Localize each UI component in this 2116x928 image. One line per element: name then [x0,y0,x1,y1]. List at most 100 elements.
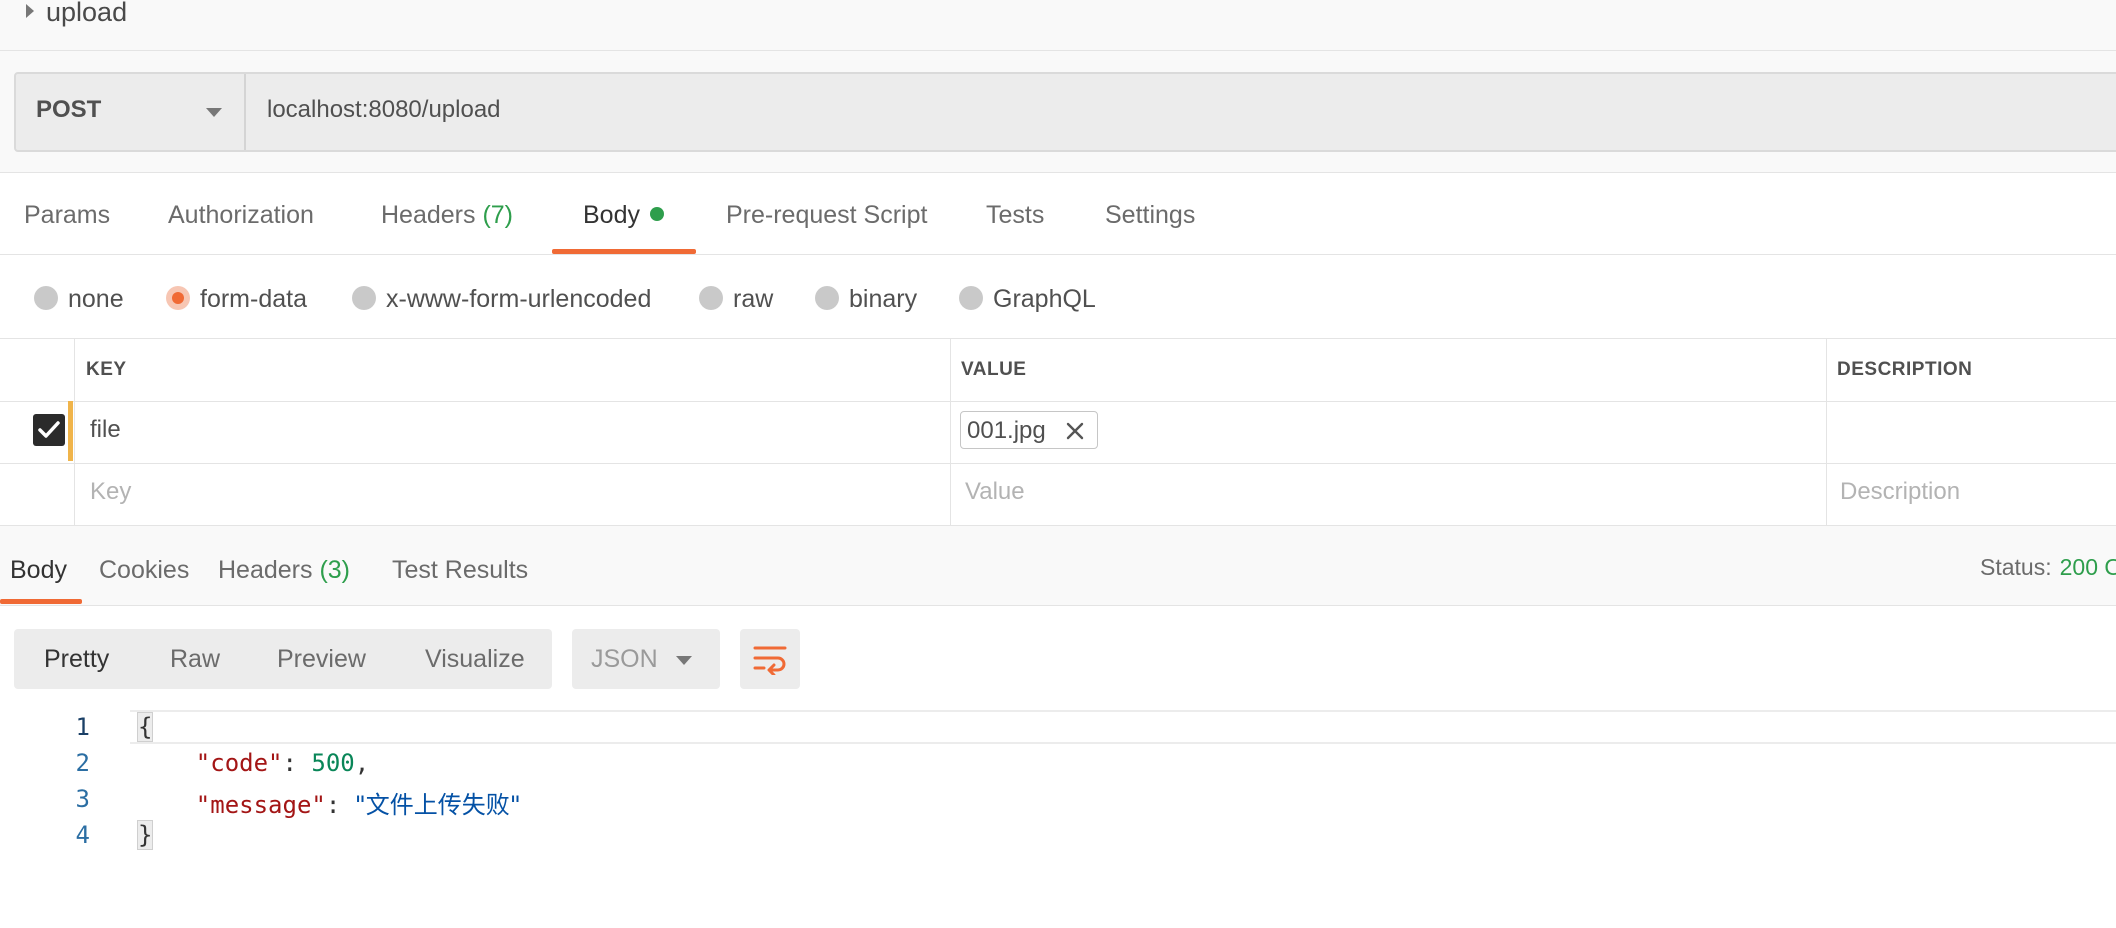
table-divider [0,463,2116,464]
file-chip: 001.jpg [960,411,1098,449]
tab-params[interactable]: Params [24,201,110,230]
url-input[interactable]: localhost:8080/upload [267,96,501,124]
body-type-selector: none form-data x-www-form-urlencoded raw… [0,255,2116,339]
radio-circle [815,286,839,310]
view-mode-raw[interactable]: Raw [170,645,220,674]
body-modified-dot [649,207,664,221]
line-number: 2 [75,749,90,777]
column-divider [950,339,951,526]
tab-label: Body [583,201,640,229]
request-name[interactable]: upload [46,0,127,28]
tab-label: Test Results [392,556,529,584]
format-select[interactable]: JSON [572,629,720,689]
code-line: "message": "文件上传失败" [195,791,521,819]
line-number: 4 [75,821,90,849]
radio-circle [959,286,983,310]
radio-circle [352,286,376,310]
view-mode-pretty[interactable]: Pretty [44,645,109,674]
radio-raw[interactable]: raw [699,285,773,314]
table-divider [0,401,2116,402]
response-tabs: Body Cookies Headers (3) Test Results St… [0,526,2116,606]
view-mode-visualize[interactable]: Visualize [425,645,525,674]
tab-body[interactable]: Body [583,201,664,230]
response-toolbar: Pretty Raw Preview Visualize JSON [0,606,2116,710]
row-enabled-checkbox[interactable] [33,414,65,446]
tab-settings[interactable]: Settings [1105,201,1195,230]
response-status: Status: 200 O [1980,554,2116,581]
chevron-down-icon [206,108,222,117]
headers-count: (7) [482,201,514,229]
status-label: Status: [1980,554,2052,580]
tab-label: Cookies [99,556,190,584]
column-header-description: DESCRIPTION [1837,359,1973,380]
radio-circle-selected [166,286,190,310]
method-select[interactable]: POST [16,74,246,150]
radio-binary[interactable]: binary [815,285,917,314]
tab-label: Params [24,201,111,229]
radio-label: x-www-form-urlencoded [386,285,652,313]
response-tab-body[interactable]: Body [10,556,67,585]
radio-circle [34,286,58,310]
tab-label: Settings [1105,201,1196,229]
tab-label: Authorization [168,201,314,229]
response-body-editor[interactable]: 1 2 3 4 { "code": 500, "message": "文件上传失… [0,710,2116,928]
response-tab-test-results[interactable]: Test Results [392,556,528,585]
headers-count: (3) [319,556,351,584]
line-number: 3 [75,785,90,813]
tab-headers[interactable]: Headers (7) [381,201,513,230]
radio-label: GraphQL [993,285,1096,313]
column-divider [74,339,75,526]
radio-label: none [68,285,124,313]
open-brace: { [136,712,154,742]
json-number: 500 [311,749,355,777]
url-bar: POST localhost:8080/upload [14,72,2116,152]
view-mode-preview[interactable]: Preview [277,645,366,674]
json-string: "文件上传失败" [354,791,521,819]
close-brace: } [136,820,154,850]
tab-label: Tests [986,201,1045,229]
wrap-lines-icon [753,646,787,675]
column-header-value: VALUE [961,359,1027,380]
radio-none[interactable]: none [34,285,124,314]
radio-label: form-data [200,285,307,313]
chevron-down-icon [676,656,692,665]
param-key-cell[interactable]: file [90,416,121,444]
response-tab-cookies[interactable]: Cookies [99,556,189,585]
tab-pre-request-script[interactable]: Pre-request Script [726,201,927,230]
tab-label: Headers [381,201,476,229]
radio-x-www-form-urlencoded[interactable]: x-www-form-urlencoded [352,285,651,314]
radio-circle [699,286,723,310]
file-name: 001.jpg [967,417,1046,444]
new-description-input[interactable]: Description [1840,478,1960,506]
tab-tests[interactable]: Tests [986,201,1044,230]
column-divider [1826,339,1827,526]
radio-form-data[interactable]: form-data [166,285,307,314]
postman-request-view: upload POST localhost:8080/upload Params… [0,0,2116,928]
form-data-table: KEY VALUE DESCRIPTION file 001.jpg Key V… [0,339,2116,526]
view-mode-selector: Pretty Raw Preview Visualize [14,629,552,689]
request-tabs: Params Authorization Headers (7) Body Pr… [0,173,2116,255]
tab-authorization[interactable]: Authorization [168,201,314,230]
active-tab-indicator [0,599,82,604]
check-icon [38,421,60,438]
wrap-lines-button[interactable] [740,629,800,689]
format-label: JSON [591,645,658,673]
status-value: 200 O [2059,554,2116,580]
code-line: "code": 500, [195,749,370,777]
json-key: "message" [195,791,326,819]
radio-graphql[interactable]: GraphQL [959,285,1096,314]
close-icon[interactable] [1065,421,1085,441]
radio-label: binary [849,285,918,313]
new-key-input[interactable]: Key [90,478,131,506]
radio-label: raw [733,285,774,313]
caret-right-icon[interactable] [26,4,34,18]
line-number: 1 [75,713,90,741]
json-key: "code" [195,749,283,777]
code-line: { [136,712,154,742]
url-area: POST localhost:8080/upload [0,51,2116,173]
request-name-bar: upload [0,0,2116,51]
new-value-input[interactable]: Value [965,478,1025,506]
response-tab-headers[interactable]: Headers (3) [218,556,350,585]
current-line-highlight [130,710,2116,744]
tab-label: Pre-request Script [726,201,928,229]
